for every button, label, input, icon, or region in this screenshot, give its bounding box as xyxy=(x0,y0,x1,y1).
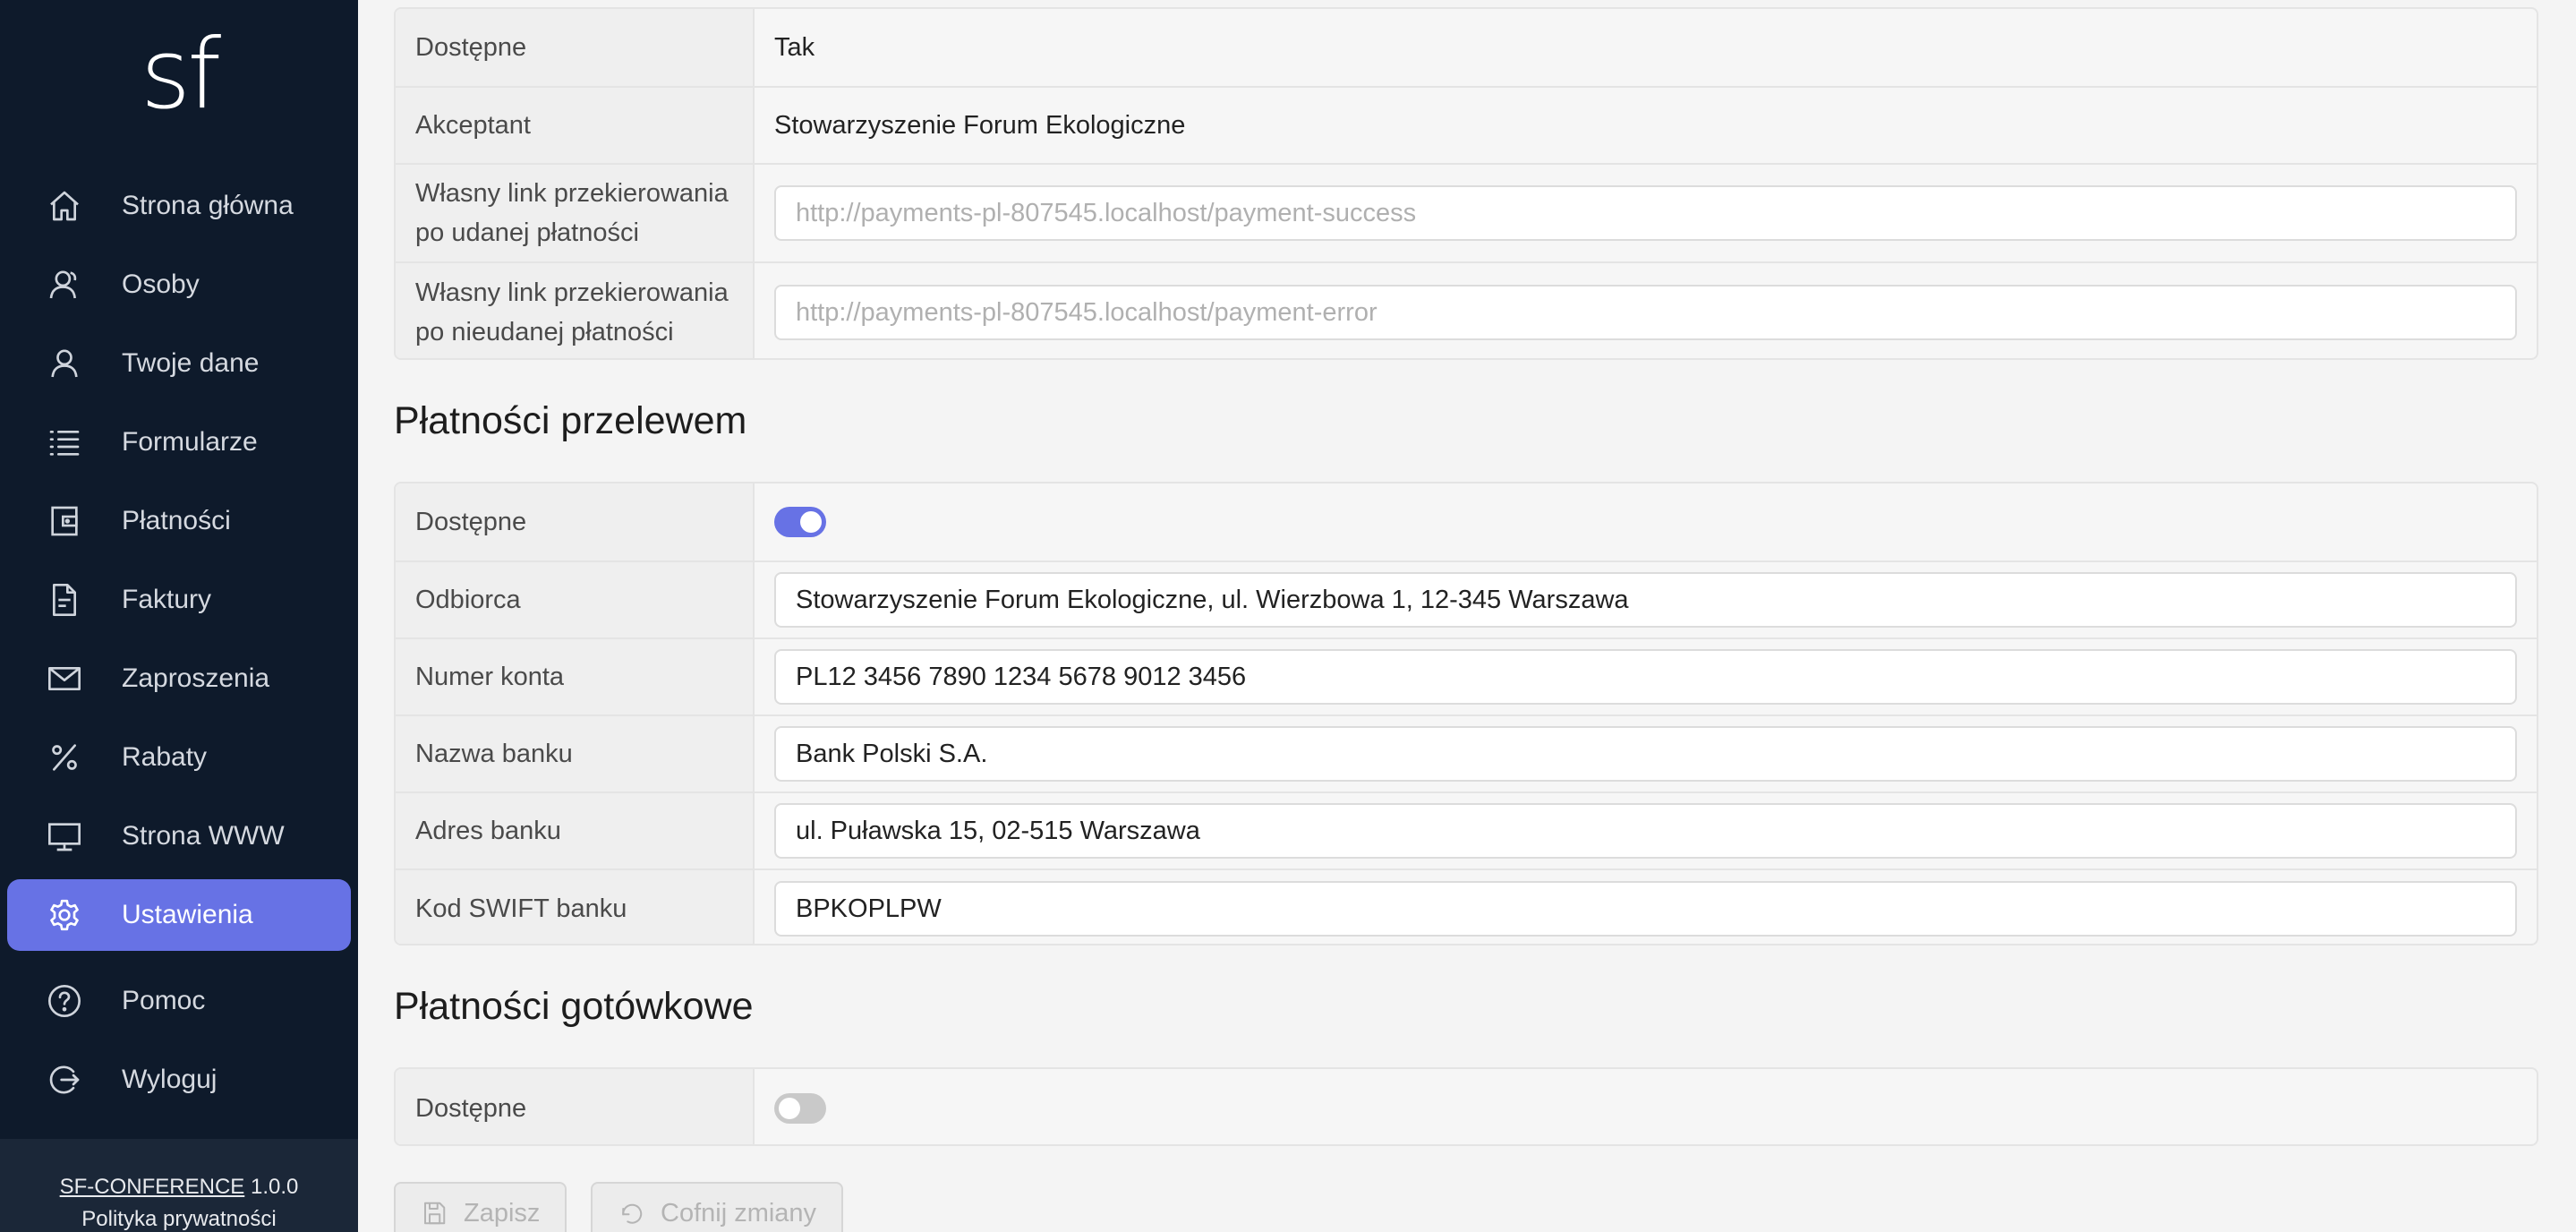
field-label: Akceptant xyxy=(396,88,755,163)
envelope-icon xyxy=(47,661,82,697)
app-name-link[interactable]: SF-CONFERENCE xyxy=(60,1175,245,1199)
sidebar-item-label: Rabaty xyxy=(122,742,208,772)
sidebar-item-label: Pomoc xyxy=(122,986,206,1015)
user-icon xyxy=(47,346,82,381)
sidebar-item-help[interactable]: Pomoc xyxy=(7,965,351,1037)
sidebar-item-label: Twoje dane xyxy=(122,348,260,378)
version-label: 1.0.0 xyxy=(250,1175,299,1199)
field-label: Dostępne xyxy=(396,9,755,86)
error-link-row: Własny link przekierowania po nieudanej … xyxy=(396,261,2537,358)
main-content: Dostępne Tak Akceptant Stowarzyszenie Fo… xyxy=(358,0,2576,1232)
cash-section-title: Płatności gotówkowe xyxy=(394,985,754,1028)
account-row: Numer konta xyxy=(396,637,2537,714)
sidebar-item-discounts[interactable]: Rabaty xyxy=(7,722,351,793)
field-label: Dostępne xyxy=(396,1069,755,1144)
sidebar-item-label: Strona WWW xyxy=(122,821,285,851)
field-label: Odbiorca xyxy=(396,562,755,637)
transfer-available-row: Dostępne xyxy=(396,483,2537,560)
sidebar-item-invoices[interactable]: Faktury xyxy=(7,564,351,636)
transfer-section-title: Płatności przelewem xyxy=(394,399,747,442)
sidebar-item-logout[interactable]: Wyloguj xyxy=(7,1044,351,1116)
success-link-row: Własny link przekierowania po udanej pła… xyxy=(396,163,2537,261)
percent-icon xyxy=(47,740,82,775)
cash-available-row: Dostępne xyxy=(396,1069,2537,1144)
version-line: SF-CONFERENCE 1.0.0 xyxy=(0,1175,358,1200)
document-icon xyxy=(47,582,82,618)
sidebar-item-home[interactable]: Strona główna xyxy=(7,170,351,242)
privacy-policy-link[interactable]: Polityka prywatności xyxy=(0,1207,358,1232)
field-label: Dostępne xyxy=(396,483,755,560)
sidebar-item-your-data[interactable]: Twoje dane xyxy=(7,328,351,399)
people-icon xyxy=(47,267,82,303)
bank-name-input[interactable] xyxy=(774,726,2517,782)
gear-icon xyxy=(47,897,82,933)
save-button[interactable]: Zapisz xyxy=(394,1182,567,1232)
app-logo[interactable]: sf xyxy=(0,27,358,124)
save-icon xyxy=(424,1202,446,1225)
sidebar-item-label: Ustawienia xyxy=(122,900,253,929)
field-label: Nazwa banku xyxy=(396,716,755,791)
field-label: Adres banku xyxy=(396,793,755,868)
help-icon xyxy=(47,983,82,1019)
transfer-payments-panel: Dostępne Odbiorca Numer konta Nazwa bank… xyxy=(394,482,2538,945)
recipient-input[interactable] xyxy=(774,572,2517,628)
sidebar-item-invitations[interactable]: Zaproszenia xyxy=(7,643,351,714)
sidebar-item-label: Osoby xyxy=(122,270,200,299)
bank-address-input[interactable] xyxy=(774,803,2517,859)
cash-payments-panel: Dostępne xyxy=(394,1067,2538,1146)
field-label: Numer konta xyxy=(396,639,755,714)
cash-available-toggle[interactable] xyxy=(774,1093,826,1124)
revert-button-label: Cofnij zmiany xyxy=(661,1198,817,1228)
bank-name-row: Nazwa banku xyxy=(396,714,2537,791)
sidebar-item-payments[interactable]: Płatności xyxy=(7,485,351,557)
monitor-icon xyxy=(47,818,82,854)
acceptor-row: Akceptant Stowarzyszenie Forum Ekologicz… xyxy=(396,86,2537,163)
sidebar: sf Strona główna Osoby Twoje dane Formul… xyxy=(0,0,358,1232)
sidebar-item-label: Strona główna xyxy=(122,191,294,220)
save-button-label: Zapisz xyxy=(464,1198,541,1228)
sidebar-item-forms[interactable]: Formularze xyxy=(7,406,351,478)
toggle-knob xyxy=(800,511,822,533)
success-redirect-input[interactable] xyxy=(774,185,2517,241)
wallet-icon xyxy=(47,503,82,539)
field-label: Własny link przekierowania po nieudanej … xyxy=(396,263,755,358)
transfer-available-toggle[interactable] xyxy=(774,507,826,537)
field-label: Własny link przekierowania po udanej pła… xyxy=(396,165,755,261)
sidebar-item-label: Faktury xyxy=(122,585,212,614)
toggle-knob xyxy=(779,1098,800,1119)
sidebar-item-label: Formularze xyxy=(122,427,258,457)
acceptor-value: Stowarzyszenie Forum Ekologiczne xyxy=(774,110,1186,140)
undo-icon xyxy=(622,1203,643,1224)
list-icon xyxy=(47,424,82,460)
sidebar-item-people[interactable]: Osoby xyxy=(7,249,351,321)
field-label: Kod SWIFT banku xyxy=(396,870,755,944)
sidebar-item-website[interactable]: Strona WWW xyxy=(7,800,351,872)
logout-icon xyxy=(47,1062,82,1098)
sidebar-item-label: Płatności xyxy=(122,506,231,535)
swift-code-input[interactable] xyxy=(774,881,2517,937)
sidebar-item-label: Zaproszenia xyxy=(122,663,270,693)
online-payments-panel: Dostępne Tak Akceptant Stowarzyszenie Fo… xyxy=(394,7,2538,360)
sidebar-item-settings[interactable]: Ustawienia xyxy=(7,879,351,951)
sidebar-item-label: Wyloguj xyxy=(122,1065,218,1094)
available-row: Dostępne Tak xyxy=(396,9,2537,86)
swift-row: Kod SWIFT banku xyxy=(396,868,2537,944)
home-icon xyxy=(47,188,82,224)
available-value: Tak xyxy=(774,32,815,62)
sidebar-footer: SF-CONFERENCE 1.0.0 Polityka prywatności xyxy=(0,1139,358,1232)
bank-address-row: Adres banku xyxy=(396,791,2537,868)
recipient-row: Odbiorca xyxy=(396,560,2537,637)
revert-changes-button[interactable]: Cofnij zmiany xyxy=(591,1182,844,1232)
error-redirect-input[interactable] xyxy=(774,285,2517,340)
account-number-input[interactable] xyxy=(774,649,2517,705)
